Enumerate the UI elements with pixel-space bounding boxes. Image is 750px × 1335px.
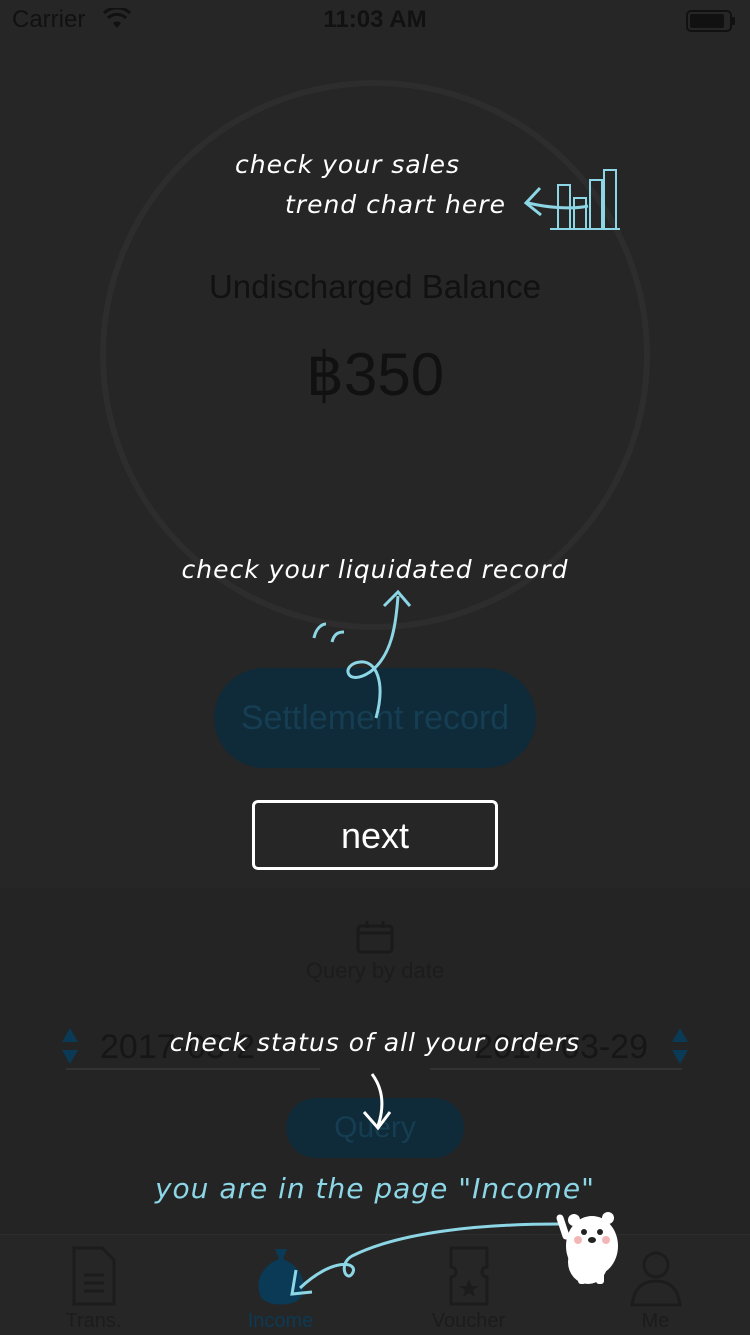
arrow-to-query — [370, 1073, 384, 1127]
arrow-to-record — [346, 595, 400, 719]
orders-hint: check status of all your orders — [169, 1028, 581, 1057]
chart-hint-line2: trend chart here — [285, 190, 506, 219]
bear-mascot-icon — [556, 1212, 618, 1284]
next-button[interactable]: next — [252, 800, 498, 870]
chart-hint-line1: check your sales — [235, 150, 460, 179]
page-hint: you are in the page "Income" — [154, 1172, 596, 1205]
record-hint: check your liquidated record — [181, 555, 569, 584]
arrow-to-income-tab — [298, 1222, 561, 1290]
bar-chart-icon — [550, 169, 620, 230]
